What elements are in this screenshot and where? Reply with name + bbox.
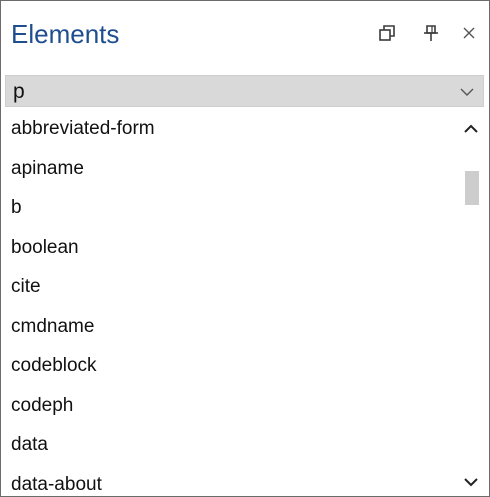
list-item[interactable]: boolean	[5, 228, 457, 268]
list-item[interactable]: apiname	[5, 149, 457, 189]
vertical-scrollbar[interactable]	[458, 109, 484, 496]
title-bar: Elements	[1, 1, 489, 66]
scroll-down-icon[interactable]	[461, 472, 481, 492]
element-filter-dropdown[interactable]: p	[5, 75, 484, 107]
list-item[interactable]: b	[5, 188, 457, 228]
close-button[interactable]	[455, 17, 483, 49]
pin-button[interactable]	[417, 17, 445, 49]
list-item[interactable]: codeph	[5, 386, 457, 426]
list-item[interactable]: abbreviated-form	[5, 109, 457, 149]
float-window-button[interactable]	[373, 17, 401, 49]
close-icon	[463, 27, 475, 39]
scrollbar-thumb[interactable]	[465, 171, 479, 205]
list-item[interactable]: codeblock	[5, 346, 457, 386]
panel-title: Elements	[11, 19, 120, 49]
pin-icon	[424, 25, 438, 41]
float-window-icon	[379, 25, 395, 41]
list-item[interactable]: data-about	[5, 465, 457, 497]
list-item[interactable]: cmdname	[5, 307, 457, 347]
chevron-down-icon[interactable]	[457, 82, 477, 102]
list-item[interactable]: cite	[5, 267, 457, 307]
list-item[interactable]: data	[5, 425, 457, 465]
elements-list-container: abbreviated-form apiname b boolean cite …	[5, 109, 484, 496]
elements-panel: Elements p abbreviated-form apiname b bo…	[0, 0, 490, 497]
elements-list: abbreviated-form apiname b boolean cite …	[5, 109, 457, 496]
scroll-up-icon[interactable]	[461, 119, 481, 139]
element-filter-value: p	[13, 80, 25, 103]
